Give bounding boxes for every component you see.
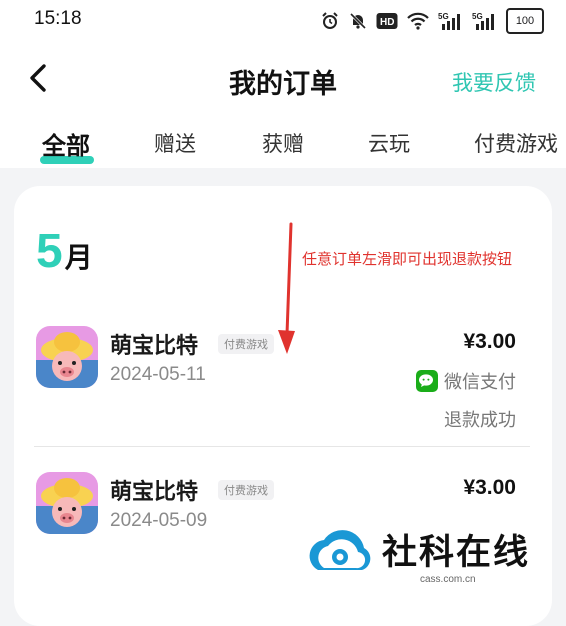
battery-indicator: 100: [506, 8, 544, 34]
wifi-icon: [406, 10, 430, 32]
payment-method: 微信支付: [416, 368, 516, 394]
5g-signal-icon: 5G: [438, 10, 464, 32]
order-date: 2024-05-09: [110, 510, 208, 531]
game-icon: [36, 326, 98, 388]
game-name: 萌宝比特: [110, 334, 199, 359]
watermark-domain: cass.com.cn: [420, 574, 476, 585]
game-icon: [36, 472, 98, 534]
svg-text:5G: 5G: [438, 12, 449, 21]
alarm-icon: [320, 10, 340, 32]
status-bar: 15:18 HD 5G 5G 100: [0, 0, 566, 40]
game-type-badge: 付费游戏: [218, 334, 274, 354]
hd-icon: HD: [376, 10, 398, 32]
tab-bar: 全部 赠送 获赠 云玩 付费游戏: [0, 120, 566, 168]
tab-all[interactable]: 全部: [42, 126, 90, 161]
order-price: ¥3.00: [463, 476, 516, 499]
svg-text:HD: HD: [380, 17, 394, 28]
game-type-badge: 付费游戏: [218, 480, 274, 500]
header: 我的订单 我要反馈: [0, 40, 566, 120]
svg-text:5G: 5G: [472, 12, 483, 21]
mute-icon: [348, 10, 368, 32]
month-header: 5 月: [36, 224, 93, 279]
wechat-pay-icon: [416, 370, 438, 392]
game-name: 萌宝比特: [110, 480, 199, 505]
tab-paid-games[interactable]: 付费游戏: [474, 128, 558, 158]
divider: [34, 446, 530, 447]
refund-status: 退款成功: [444, 410, 516, 431]
status-time: 15:18: [34, 8, 82, 29]
month-unit: 月: [64, 241, 93, 274]
order-date: 2024-05-11: [110, 364, 206, 385]
tab-received[interactable]: 获赠: [262, 128, 304, 158]
5g-signal-icon: 5G: [472, 10, 498, 32]
cloud-logo-icon: [309, 530, 371, 570]
tab-cloud-play[interactable]: 云玩: [368, 128, 410, 158]
watermark-text: 社科在线: [382, 533, 531, 573]
watermark: 社科在线 cass.com.cn: [296, 512, 552, 598]
swipe-annotation: 任意订单左滑即可出现退款按钮: [302, 250, 513, 268]
order-price: ¥3.00: [463, 330, 516, 353]
tab-gift[interactable]: 赠送: [154, 128, 196, 158]
status-icons: HD 5G 5G 100: [320, 8, 544, 34]
feedback-link[interactable]: 我要反馈: [452, 67, 536, 97]
order-item[interactable]: 萌宝比特 付费游戏 2024-05-11 ¥3.00 微信支付 退款成功: [14, 318, 552, 448]
payment-method-label: 微信支付: [444, 372, 516, 393]
month-number: 5: [36, 225, 63, 278]
